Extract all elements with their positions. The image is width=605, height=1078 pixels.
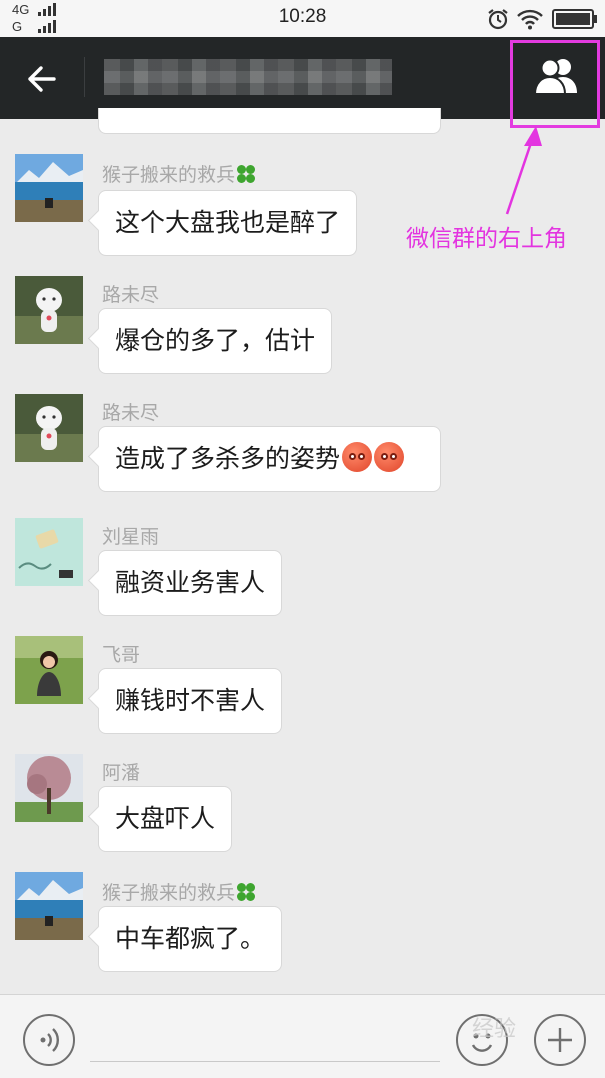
voice-button[interactable] <box>23 1014 75 1066</box>
avatar[interactable] <box>15 276 83 344</box>
sender-name: 猴子搬来的救兵 <box>102 878 256 905</box>
voice-icon <box>40 1028 59 1052</box>
sender-name: 阿潘 <box>102 762 141 784</box>
message-input[interactable] <box>90 1061 440 1062</box>
annotation-text: 微信群的右上角 <box>406 226 567 252</box>
battery-icon <box>552 9 597 29</box>
sender-name: 飞哥 <box>102 644 141 666</box>
sender-name: 路未尽 <box>102 402 160 424</box>
message-bubble[interactable]: 这个大盘我也是醉了 <box>98 190 358 256</box>
avatar[interactable] <box>15 754 83 822</box>
wifi-icon <box>517 9 543 30</box>
back-arrow-icon[interactable] <box>22 59 62 99</box>
message-bubble[interactable]: 大盘吓人 <box>98 786 233 852</box>
avatar-mint-image <box>15 518 83 586</box>
more-button[interactable] <box>534 1014 586 1066</box>
avatar-girl-image <box>15 636 83 704</box>
avatar-doll-image <box>15 276 83 344</box>
message-text: 造成了多杀多的姿势 <box>115 444 341 473</box>
avatar[interactable] <box>15 872 83 940</box>
status-bar: 4G G 10:28 <box>0 0 605 37</box>
plus-icon <box>548 1028 572 1052</box>
annotation-highlight-box <box>510 40 600 128</box>
avatar-lake-image <box>15 872 83 940</box>
input-bar: 经验 <box>0 994 605 1078</box>
message-bubble[interactable]: 中车都疯了。 <box>98 906 283 972</box>
clover-icon <box>237 164 256 183</box>
status-time: 10:28 <box>278 6 327 27</box>
message-bubble[interactable]: 造成了多杀多的姿势 <box>98 426 441 492</box>
avatar[interactable] <box>15 154 83 222</box>
sender-name-text: 猴子搬来的救兵 <box>102 882 236 904</box>
header-divider <box>84 57 85 97</box>
message-bubble[interactable]: 爆仓的多了，估计 <box>98 308 333 374</box>
blushing-emoji-icon <box>374 442 405 472</box>
sender-name-text: 猴子搬来的救兵 <box>102 164 236 186</box>
sender-name: 猴子搬来的救兵 <box>102 160 256 187</box>
avatar-lake-image <box>15 154 83 222</box>
previous-message-bubble <box>98 108 441 134</box>
avatar[interactable] <box>15 518 83 586</box>
avatar-tree-image <box>15 754 83 822</box>
avatar[interactable] <box>15 394 83 462</box>
blushing-emoji-icon <box>342 442 373 472</box>
group-title-obscured <box>104 59 392 95</box>
sender-name: 刘星雨 <box>102 526 160 548</box>
avatar[interactable] <box>15 636 83 704</box>
alarm-icon <box>488 9 508 30</box>
avatar-doll-image <box>15 394 83 462</box>
sender-name: 路未尽 <box>102 284 160 306</box>
message-bubble[interactable]: 赚钱时不害人 <box>98 668 283 734</box>
message-bubble[interactable]: 融资业务害人 <box>98 550 283 616</box>
watermark-text: 经验 <box>472 1017 517 1042</box>
clover-icon <box>237 882 256 901</box>
